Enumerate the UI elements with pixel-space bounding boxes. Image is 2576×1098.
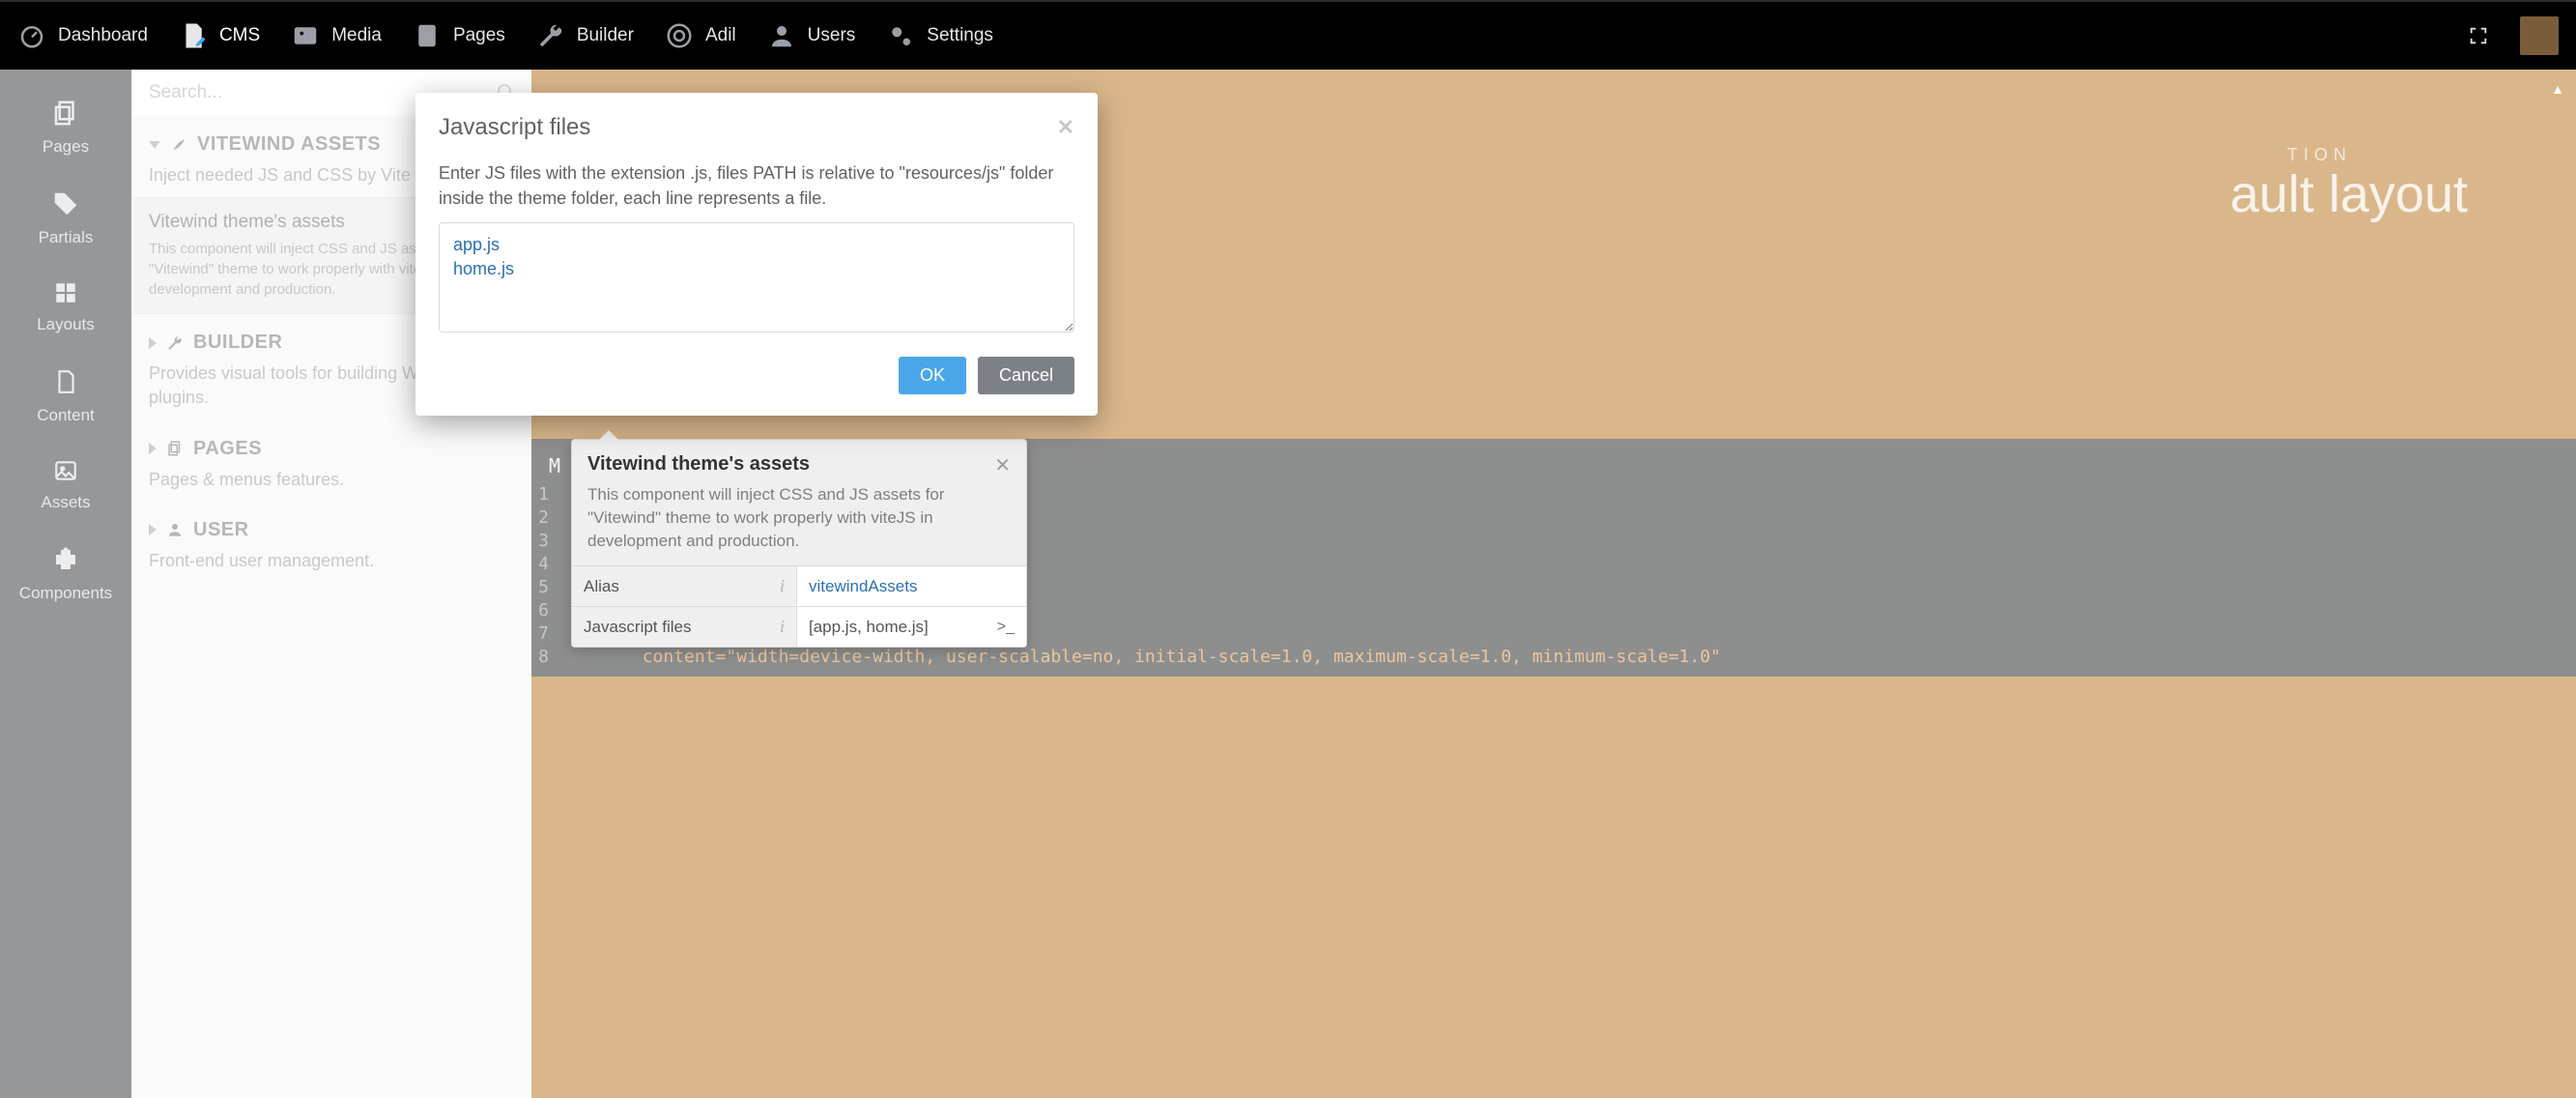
nav-label: Pages	[453, 25, 505, 46]
rail-label: Assets	[41, 493, 90, 512]
cms-side-rail: Pages Partials Layouts Content Assets Co…	[0, 70, 131, 1098]
collapse-icon[interactable]: ▲	[2551, 81, 2564, 97]
row-value: [app.js, home.js]	[809, 618, 929, 637]
row-value: vitewindAssets	[809, 577, 917, 596]
gutter-line: 7	[531, 622, 558, 646]
rocket-icon	[170, 136, 187, 154]
gutter-line: 5	[531, 576, 558, 599]
cancel-button[interactable]: Cancel	[978, 357, 1074, 394]
rail-label: Partials	[39, 228, 94, 247]
rail-pages[interactable]: Pages	[0, 87, 131, 178]
gutter-line: 4	[531, 553, 558, 576]
group-title: BUILDER	[193, 332, 282, 354]
fullscreen-toggle-icon[interactable]	[2468, 25, 2489, 46]
gears-icon	[886, 21, 915, 50]
nav-users[interactable]: Users	[767, 21, 856, 50]
close-icon[interactable]: ✕	[1057, 115, 1074, 140]
gutter-line: 8	[531, 646, 558, 669]
nav-label: Users	[808, 25, 856, 46]
rail-label: Layouts	[37, 315, 95, 334]
popover-title: Vitewind theme's assets	[587, 453, 810, 476]
nav-label: Builder	[577, 25, 634, 46]
rail-components[interactable]: Components	[0, 534, 131, 624]
info-icon[interactable]: i	[780, 617, 785, 637]
top-navbar: Dashboard CMS Media Pages Builder Adil U…	[0, 0, 2576, 70]
modal-desc: Enter JS files with the extension .js, f…	[415, 147, 1098, 222]
nav-label: Adil	[705, 25, 736, 46]
gutter-line: 3	[531, 530, 558, 553]
row-label: Alias	[584, 577, 619, 596]
rail-layouts[interactable]: Layouts	[0, 269, 131, 356]
group-desc: Pages & menus features.	[149, 460, 514, 492]
jsfiles-textarea[interactable]	[439, 222, 1074, 332]
nav-dashboard[interactable]: Dashboard	[17, 21, 148, 50]
gutter-line: 6	[531, 599, 558, 622]
user-avatar[interactable]	[2520, 16, 2559, 55]
chevron-down-icon	[149, 141, 160, 149]
rail-partials[interactable]: Partials	[0, 178, 131, 269]
row-label: Javascript files	[584, 618, 691, 637]
ok-button[interactable]: OK	[899, 357, 966, 394]
nav-label: Media	[331, 25, 382, 46]
nav-builder[interactable]: Builder	[536, 21, 634, 50]
banner-eyebrow: TION	[2287, 145, 2352, 165]
alias-value[interactable]: vitewindAssets	[796, 566, 1026, 606]
chevron-right-icon	[149, 443, 157, 454]
nav-media[interactable]: Media	[291, 21, 382, 50]
jsfiles-modal: Javascript files ✕ Enter JS files with t…	[415, 93, 1098, 416]
group-title: VITEWIND ASSETS	[197, 133, 381, 156]
nav-label: CMS	[219, 25, 260, 46]
rail-label: Content	[37, 406, 95, 425]
inspector-row-alias: Alias i vitewindAssets	[572, 565, 1026, 606]
gutter-line: 1	[531, 483, 558, 506]
rail-label: Pages	[43, 137, 89, 157]
tags-icon	[51, 189, 80, 218]
wrench-icon	[166, 334, 184, 352]
nav-adil[interactable]: Adil	[665, 21, 736, 50]
banner-title: ault layout	[2230, 164, 2468, 224]
file-icon	[53, 367, 78, 396]
inspector-row-jsfiles: Javascript files i [app.js, home.js] >_	[572, 606, 1026, 647]
popover-desc: This component will inject CSS and JS as…	[572, 483, 1026, 565]
terminal-expand-icon[interactable]: >_	[997, 619, 1015, 636]
picture-icon	[51, 458, 80, 483]
puzzle-icon	[51, 545, 80, 574]
user-icon	[767, 21, 796, 50]
nav-label: Settings	[927, 25, 993, 46]
modal-title: Javascript files	[439, 114, 590, 141]
info-icon[interactable]: i	[780, 576, 785, 596]
chevron-right-icon	[149, 337, 157, 349]
nav-pages[interactable]: Pages	[413, 21, 505, 50]
rail-assets[interactable]: Assets	[0, 447, 131, 534]
image-icon	[291, 21, 320, 50]
group-user[interactable]: USER Front-end user management.	[131, 502, 531, 583]
close-icon[interactable]: ✕	[994, 453, 1011, 477]
wrench-icon	[536, 21, 565, 50]
nav-label: Dashboard	[58, 25, 148, 46]
component-inspector-popover: Vitewind theme's assets ✕ This component…	[571, 439, 1027, 648]
chevron-right-icon	[149, 524, 157, 535]
group-title: USER	[193, 519, 249, 541]
user-icon	[166, 521, 184, 538]
checklist-icon	[413, 21, 442, 50]
nav-cms[interactable]: CMS	[179, 21, 260, 50]
gutter-line: 2	[531, 506, 558, 530]
rail-content[interactable]: Content	[0, 356, 131, 447]
nav-settings[interactable]: Settings	[886, 21, 993, 50]
group-pages[interactable]: PAGES Pages & menus features.	[131, 420, 531, 502]
gauge-icon	[17, 21, 46, 50]
jsfiles-value[interactable]: [app.js, home.js] >_	[796, 607, 1026, 647]
file-edit-icon	[179, 21, 208, 50]
code-text: content="width=device-width, user-scalab…	[643, 647, 1721, 667]
group-title: PAGES	[193, 438, 262, 460]
copy-icon	[51, 99, 80, 128]
group-desc: Front-end user management.	[149, 541, 514, 573]
life-ring-icon	[665, 21, 694, 50]
grid-icon	[53, 280, 78, 305]
copy-icon	[166, 440, 184, 457]
rail-label: Components	[19, 584, 112, 603]
